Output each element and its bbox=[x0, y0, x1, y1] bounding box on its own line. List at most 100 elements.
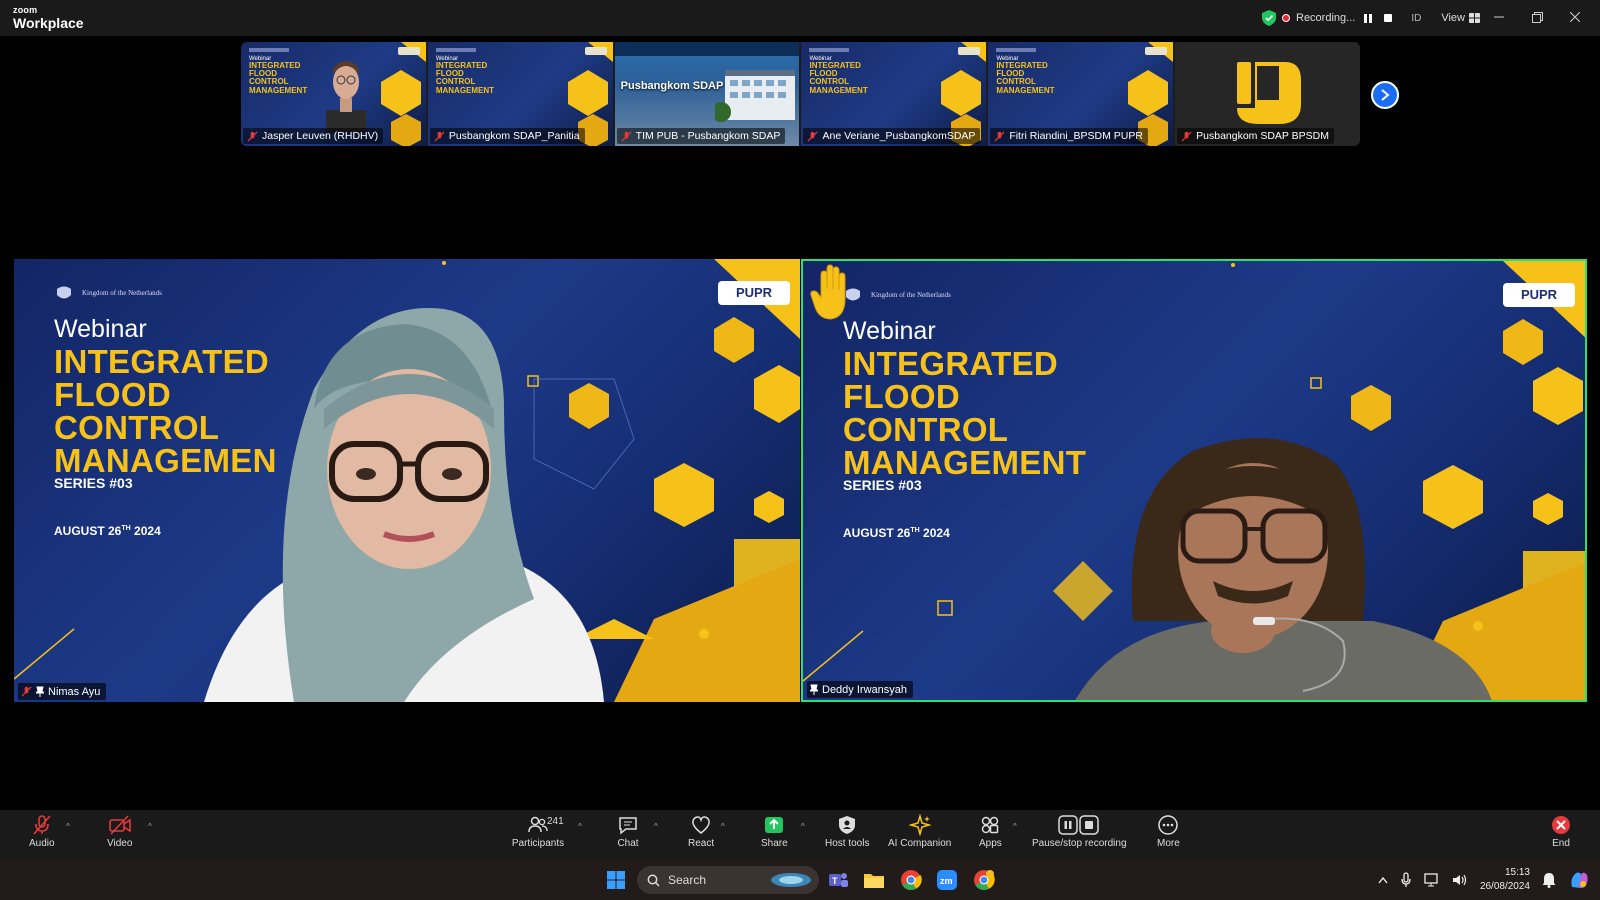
network-icon[interactable] bbox=[1424, 873, 1440, 887]
more-dots-icon bbox=[1158, 815, 1179, 835]
share-button[interactable]: Share bbox=[761, 814, 788, 849]
date-suffix: TH bbox=[121, 525, 131, 532]
participant-video bbox=[1075, 438, 1492, 700]
chrome-profile-icon[interactable] bbox=[972, 868, 996, 892]
chevron-right-icon bbox=[1381, 89, 1390, 101]
participant-name: Pusbangkom SDAP_Panitia bbox=[448, 130, 580, 142]
close-icon[interactable] bbox=[1556, 4, 1594, 30]
notification-bell-icon[interactable] bbox=[1542, 872, 1556, 888]
thumb-building-title: Pusbangkom SDAP bbox=[620, 80, 724, 92]
participants-button[interactable]: 241 Participants bbox=[511, 814, 565, 849]
participant-name: Pusbangkom SDAP BPSDM bbox=[1196, 130, 1330, 142]
react-options-caret-icon[interactable]: ^ bbox=[721, 822, 725, 831]
apps-options-caret-icon[interactable]: ^ bbox=[1013, 822, 1017, 831]
view-button[interactable]: View bbox=[1441, 12, 1480, 24]
participant-name: Ane Veriane_PusbangkomSDAP bbox=[822, 130, 976, 142]
participant-video bbox=[204, 308, 604, 702]
chat-button[interactable]: Chat bbox=[617, 814, 639, 849]
thumb-badge bbox=[1145, 47, 1168, 55]
thumb-title-text: INTEGRATED FLOOD CONTROL MANAGEMENT bbox=[809, 61, 868, 95]
video-tile-nimas[interactable]: Kingdom of the Netherlands PUPR Webinar … bbox=[14, 259, 800, 702]
encryption-shield-icon[interactable] bbox=[1262, 10, 1276, 26]
search-label: Search bbox=[668, 873, 707, 887]
thumb-logo bbox=[996, 48, 1037, 52]
chevron-up-icon[interactable] bbox=[1378, 876, 1388, 884]
host-shield-icon bbox=[839, 816, 856, 834]
thumb-name-label: Pusbangkom SDAP BPSDM bbox=[1177, 128, 1335, 144]
thumb-name-label: Pusbangkom SDAP_Panitia bbox=[429, 128, 585, 144]
microphone-icon[interactable] bbox=[1400, 872, 1412, 888]
mic-muted-icon bbox=[807, 130, 819, 142]
react-button[interactable]: React bbox=[688, 814, 714, 849]
react-label: React bbox=[688, 838, 715, 849]
brand-large: Workplace bbox=[13, 15, 84, 31]
share-options-caret-icon[interactable]: ^ bbox=[801, 822, 805, 831]
window-controls bbox=[1480, 4, 1594, 30]
grid-icon bbox=[1468, 13, 1480, 23]
restore-icon[interactable] bbox=[1518, 4, 1556, 30]
thumb-title-text: INTEGRATED FLOOD CONTROL MANAGEMENT bbox=[249, 61, 308, 95]
end-meeting-button[interactable]: End bbox=[1550, 814, 1572, 849]
clock-time: 15:13 bbox=[1504, 867, 1530, 878]
taskbar-clock[interactable]: 15:13 26/08/2024 bbox=[1480, 866, 1530, 894]
video-off-icon bbox=[108, 815, 131, 835]
video-label: Video bbox=[107, 838, 133, 849]
participant-thumbnail[interactable]: Webinar INTEGRATED FLOOD CONTROL MANAGEM… bbox=[801, 42, 987, 146]
brand-small: zoom bbox=[13, 5, 38, 15]
taskbar-search[interactable]: Search bbox=[637, 866, 819, 894]
host-tools-button[interactable]: Host tools bbox=[825, 814, 869, 849]
chat-options-caret-icon[interactable]: ^ bbox=[654, 822, 658, 831]
ai-companion-button[interactable]: AI Companion bbox=[888, 814, 951, 849]
participant-name: Nimas Ayu bbox=[48, 685, 101, 698]
audio-options-caret-icon[interactable]: ^ bbox=[66, 822, 70, 831]
slide-webinar-text: Webinar bbox=[843, 317, 936, 345]
recording-area: Recording... ID View bbox=[1262, 9, 1480, 27]
search-icon bbox=[647, 874, 660, 887]
video-button[interactable]: Video bbox=[107, 814, 132, 849]
svg-text:T: T bbox=[832, 876, 838, 886]
participant-name-label: Nimas Ayu bbox=[18, 683, 107, 700]
title-bar: zoom Workplace Recording... ID View bbox=[0, 0, 1600, 36]
video-options-caret-icon[interactable]: ^ bbox=[148, 822, 152, 831]
end-icon bbox=[1552, 816, 1570, 834]
chrome-icon[interactable] bbox=[899, 868, 923, 892]
pin-icon bbox=[36, 686, 44, 697]
thumb-badge bbox=[584, 47, 607, 55]
file-explorer-icon[interactable] bbox=[862, 868, 886, 892]
crest-icon bbox=[846, 288, 860, 301]
pupr-badge: PUPR bbox=[718, 281, 790, 305]
audio-button[interactable]: Audio bbox=[29, 814, 55, 849]
apps-icon bbox=[982, 816, 999, 834]
teams-icon[interactable]: T bbox=[826, 868, 850, 892]
pause-stop-recording-button[interactable]: Pause/stop recording bbox=[1032, 814, 1127, 849]
windows-start-icon[interactable] bbox=[604, 868, 628, 892]
more-button[interactable]: More bbox=[1157, 814, 1180, 849]
pin-icon bbox=[810, 684, 818, 695]
participant-thumbnail[interactable]: Pusbangkom SDAP TIM PUB - Pusbangkom SDA… bbox=[614, 42, 800, 146]
audio-label: Audio bbox=[29, 838, 55, 849]
chat-label: Chat bbox=[617, 838, 639, 849]
zoom-app-icon[interactable]: zm bbox=[935, 868, 959, 892]
participant-thumbnail[interactable]: Webinar INTEGRATED FLOOD CONTROL MANAGEM… bbox=[427, 42, 613, 146]
copilot-icon[interactable] bbox=[1568, 869, 1590, 891]
meeting-toolbar: Audio ^ Video ^ 241 Participants ^ Chat … bbox=[0, 810, 1600, 860]
stop-recording-icon[interactable] bbox=[1381, 11, 1395, 25]
video-tile-deddy[interactable]: Kingdom of the Netherlands PUPR Webinar … bbox=[801, 259, 1587, 702]
minimize-icon[interactable] bbox=[1480, 4, 1518, 30]
zoom-logo: zoom Workplace bbox=[13, 5, 84, 31]
pause-recording-icon[interactable] bbox=[1361, 11, 1375, 25]
participants-options-caret-icon[interactable]: ^ bbox=[578, 822, 582, 831]
mic-muted-icon bbox=[434, 130, 445, 142]
next-page-button[interactable] bbox=[1371, 81, 1399, 109]
volume-icon[interactable] bbox=[1452, 873, 1468, 887]
participant-thumbnail[interactable]: Webinar INTEGRATED FLOOD CONTROL MANAGEM… bbox=[241, 42, 426, 146]
kingdom-text: Kingdom of the Netherlands bbox=[82, 289, 162, 297]
thumb-slide-title: Webinar INTEGRATED FLOOD CONTROL MANAGEM… bbox=[996, 56, 1054, 95]
participant-thumbnail[interactable]: Webinar INTEGRATED FLOOD CONTROL MANAGEM… bbox=[988, 42, 1174, 146]
participant-thumbnail[interactable]: Pusbangkom SDAP BPSDM bbox=[1175, 42, 1360, 146]
apps-button[interactable]: Apps bbox=[979, 814, 1002, 849]
thumb-title-text: INTEGRATED FLOOD CONTROL MANAGEMENT bbox=[435, 61, 495, 95]
thumb-title-text: INTEGRATED FLOOD CONTROL MANAGEMENT bbox=[996, 61, 1055, 95]
meeting-id-label[interactable]: ID bbox=[1411, 13, 1421, 24]
zoom-meeting-window: zoom Workplace Recording... ID View Webi… bbox=[0, 0, 1600, 900]
